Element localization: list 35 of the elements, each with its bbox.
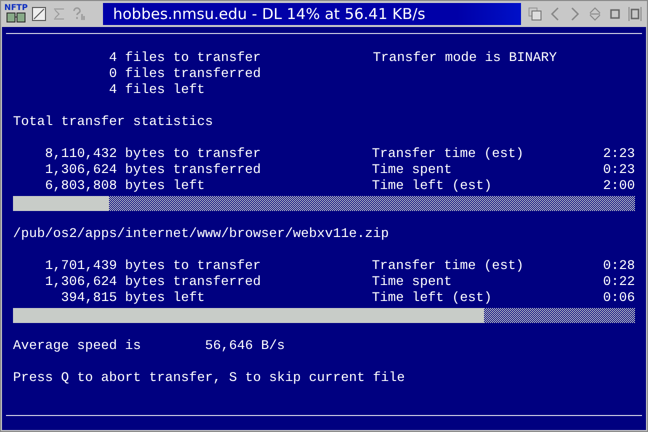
byte-count-text: 394,815 bytes left xyxy=(60,291,206,307)
speed-value: 56,646 B/s xyxy=(204,339,285,355)
file-label: files left xyxy=(124,83,206,99)
time-value: 0:28 xyxy=(602,259,635,275)
file-label: files to transfer xyxy=(124,51,262,67)
window-list-icon[interactable] xyxy=(527,6,543,22)
time-value: 0:06 xyxy=(602,291,635,307)
file-count: 0 xyxy=(108,67,117,83)
byte-count-text: 1,701,439 bytes to transfer xyxy=(44,259,262,275)
time-value: 2:00 xyxy=(602,179,635,195)
byte-count-text: 1,306,624 bytes transferred xyxy=(44,163,262,179)
file-path: /pub/os2/apps/internet/www/browser/webxv11e.zip xyxy=(13,227,389,243)
file-label: files transferred xyxy=(124,67,262,83)
maximize-icon[interactable] xyxy=(627,6,643,22)
time-value: 2:23 xyxy=(602,147,635,163)
app-logo[interactable]: NFTP xyxy=(5,3,27,25)
file-count: 4 xyxy=(108,51,117,67)
time-label: Time spent xyxy=(372,163,453,179)
time-label: Time left (est) xyxy=(372,291,493,307)
edit-icon[interactable] xyxy=(31,6,47,22)
byte-count-text: 6,803,808 bytes left xyxy=(44,179,206,195)
time-value: 0:22 xyxy=(602,275,635,291)
time-label: Time left (est) xyxy=(372,179,493,195)
window-title: hobbes.nmsu.edu - DL 14% at 56.41 KB/s xyxy=(103,3,521,25)
time-label: Transfer time (est) xyxy=(372,147,525,163)
transfer-mode: Transfer mode is BINARY xyxy=(372,51,557,67)
key-hint: Press Q to abort transfer, S to skip current file xyxy=(13,371,405,387)
byte-count-text: 1,306,624 bytes transferred xyxy=(44,275,262,291)
section-title: Total transfer statistics xyxy=(13,115,213,131)
byte-count-text: 8,110,432 bytes to transfer xyxy=(44,147,262,163)
speed-label: Average speed is xyxy=(13,339,142,355)
file-count: 4 xyxy=(108,83,117,99)
time-label: Time spent xyxy=(372,275,453,291)
time-value: 0:23 xyxy=(602,163,635,179)
time-label: Transfer time (est) xyxy=(372,259,525,275)
